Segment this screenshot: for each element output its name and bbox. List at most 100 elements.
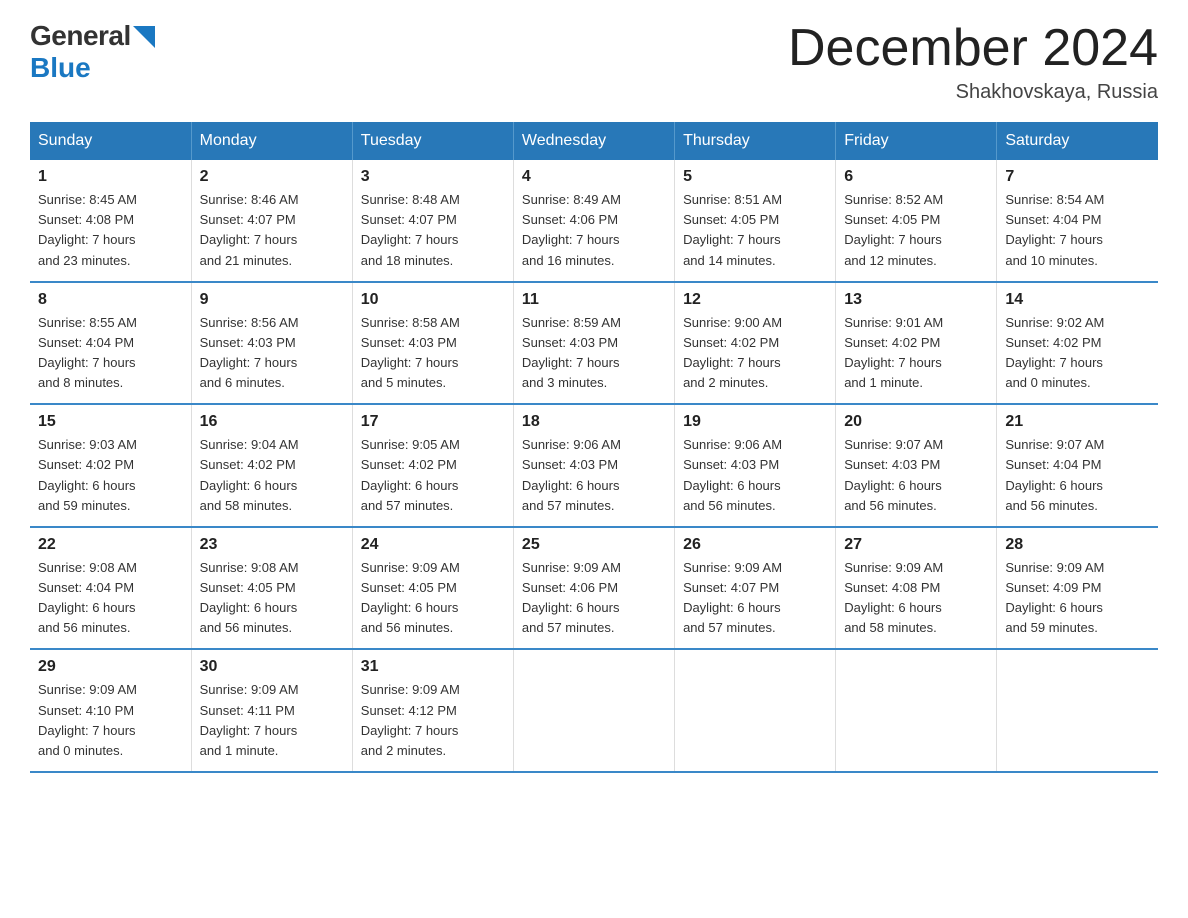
col-saturday: Saturday [997, 122, 1158, 160]
day-number: 3 [361, 168, 505, 186]
day-number: 31 [361, 658, 505, 676]
day-number: 19 [683, 413, 827, 431]
col-friday: Friday [836, 122, 997, 160]
table-row: 2 Sunrise: 8:46 AMSunset: 4:07 PMDaylight… [191, 160, 352, 282]
day-info: Sunrise: 8:45 AMSunset: 4:08 PMDaylight:… [38, 190, 183, 271]
day-number: 26 [683, 536, 827, 554]
table-row: 1 Sunrise: 8:45 AMSunset: 4:08 PMDaylight… [30, 160, 191, 282]
col-monday: Monday [191, 122, 352, 160]
day-number: 13 [844, 291, 988, 309]
calendar-week-row: 1 Sunrise: 8:45 AMSunset: 4:08 PMDaylight… [30, 160, 1158, 282]
title-block: December 2024 Shakhovskaya, Russia [788, 20, 1158, 104]
day-info: Sunrise: 9:09 AMSunset: 4:11 PMDaylight:… [200, 680, 344, 761]
day-info: Sunrise: 9:09 AMSunset: 4:12 PMDaylight:… [361, 680, 505, 761]
day-number: 11 [522, 291, 666, 309]
day-info: Sunrise: 8:55 AMSunset: 4:04 PMDaylight:… [38, 313, 183, 394]
table-row: 27Sunrise: 9:09 AMSunset: 4:08 PMDayligh… [836, 527, 997, 650]
day-info: Sunrise: 9:09 AMSunset: 4:06 PMDaylight:… [522, 558, 666, 639]
table-row: 24Sunrise: 9:09 AMSunset: 4:05 PMDayligh… [352, 527, 513, 650]
day-info: Sunrise: 8:48 AMSunset: 4:07 PMDaylight:… [361, 190, 505, 271]
day-info: Sunrise: 9:08 AMSunset: 4:05 PMDaylight:… [200, 558, 344, 639]
table-row: 29 Sunrise: 9:09 AMSunset: 4:10 PMDayligh… [30, 649, 191, 772]
day-info: Sunrise: 9:07 AMSunset: 4:04 PMDaylight:… [1005, 435, 1150, 516]
day-number: 5 [683, 168, 827, 186]
table-row: 15 Sunrise: 9:03 AMSunset: 4:02 PMDayligh… [30, 404, 191, 527]
day-info: Sunrise: 9:06 AMSunset: 4:03 PMDaylight:… [683, 435, 827, 516]
logo-blue-text: Blue [30, 52, 91, 84]
table-row: 26Sunrise: 9:09 AMSunset: 4:07 PMDayligh… [675, 527, 836, 650]
day-info: Sunrise: 9:09 AMSunset: 4:10 PMDaylight:… [38, 680, 183, 761]
day-info: Sunrise: 9:08 AMSunset: 4:04 PMDaylight:… [38, 558, 183, 639]
table-row: 10 Sunrise: 8:58 AMSunset: 4:03 PMDayligh… [352, 282, 513, 405]
table-row: 8 Sunrise: 8:55 AMSunset: 4:04 PMDaylight… [30, 282, 191, 405]
day-number: 29 [38, 658, 183, 676]
day-number: 30 [200, 658, 344, 676]
day-info: Sunrise: 9:02 AMSunset: 4:02 PMDaylight:… [1005, 313, 1150, 394]
logo: General Blue [30, 20, 155, 84]
day-info: Sunrise: 8:58 AMSunset: 4:03 PMDaylight:… [361, 313, 505, 394]
day-number: 1 [38, 168, 183, 186]
table-row: 14 Sunrise: 9:02 AMSunset: 4:02 PMDayligh… [997, 282, 1158, 405]
logo-triangle-icon [133, 26, 155, 48]
calendar-week-row: 8 Sunrise: 8:55 AMSunset: 4:04 PMDaylight… [30, 282, 1158, 405]
page-header: General Blue December 2024 Shakhovskaya,… [30, 20, 1158, 104]
table-row: 25 Sunrise: 9:09 AMSunset: 4:06 PMDayligh… [513, 527, 674, 650]
day-number: 12 [683, 291, 827, 309]
day-number: 25 [522, 536, 666, 554]
day-info: Sunrise: 9:09 AMSunset: 4:05 PMDaylight:… [361, 558, 505, 639]
day-number: 15 [38, 413, 183, 431]
day-number: 8 [38, 291, 183, 309]
table-row: 16 Sunrise: 9:04 AMSunset: 4:02 PMDayligh… [191, 404, 352, 527]
table-row: 6 Sunrise: 8:52 AMSunset: 4:05 PMDaylight… [836, 160, 997, 282]
col-thursday: Thursday [675, 122, 836, 160]
table-row: 7 Sunrise: 8:54 AMSunset: 4:04 PMDaylight… [997, 160, 1158, 282]
table-row: 9 Sunrise: 8:56 AMSunset: 4:03 PMDaylight… [191, 282, 352, 405]
table-row [836, 649, 997, 772]
day-info: Sunrise: 9:00 AMSunset: 4:02 PMDaylight:… [683, 313, 827, 394]
table-row: 18 Sunrise: 9:06 AMSunset: 4:03 PMDayligh… [513, 404, 674, 527]
day-number: 7 [1005, 168, 1150, 186]
day-info: Sunrise: 9:09 AMSunset: 4:09 PMDaylight:… [1005, 558, 1150, 639]
day-info: Sunrise: 9:03 AMSunset: 4:02 PMDaylight:… [38, 435, 183, 516]
day-info: Sunrise: 9:04 AMSunset: 4:02 PMDaylight:… [200, 435, 344, 516]
day-info: Sunrise: 8:49 AMSunset: 4:06 PMDaylight:… [522, 190, 666, 271]
day-info: Sunrise: 8:59 AMSunset: 4:03 PMDaylight:… [522, 313, 666, 394]
calendar-table: Sunday Monday Tuesday Wednesday Thursday… [30, 122, 1158, 773]
day-info: Sunrise: 8:56 AMSunset: 4:03 PMDaylight:… [200, 313, 344, 394]
day-number: 18 [522, 413, 666, 431]
location-text: Shakhovskaya, Russia [788, 81, 1158, 104]
day-number: 6 [844, 168, 988, 186]
table-row: 22Sunrise: 9:08 AMSunset: 4:04 PMDayligh… [30, 527, 191, 650]
month-title: December 2024 [788, 20, 1158, 77]
table-row [513, 649, 674, 772]
table-row: 5 Sunrise: 8:51 AMSunset: 4:05 PMDaylight… [675, 160, 836, 282]
day-info: Sunrise: 8:54 AMSunset: 4:04 PMDaylight:… [1005, 190, 1150, 271]
calendar-week-row: 29 Sunrise: 9:09 AMSunset: 4:10 PMDayligh… [30, 649, 1158, 772]
calendar-header-row: Sunday Monday Tuesday Wednesday Thursday… [30, 122, 1158, 160]
col-sunday: Sunday [30, 122, 191, 160]
day-info: Sunrise: 9:06 AMSunset: 4:03 PMDaylight:… [522, 435, 666, 516]
table-row: 12 Sunrise: 9:00 AMSunset: 4:02 PMDayligh… [675, 282, 836, 405]
day-number: 9 [200, 291, 344, 309]
day-info: Sunrise: 8:52 AMSunset: 4:05 PMDaylight:… [844, 190, 988, 271]
table-row: 4Sunrise: 8:49 AMSunset: 4:06 PMDaylight… [513, 160, 674, 282]
day-info: Sunrise: 9:07 AMSunset: 4:03 PMDaylight:… [844, 435, 988, 516]
day-number: 27 [844, 536, 988, 554]
col-tuesday: Tuesday [352, 122, 513, 160]
table-row: 3 Sunrise: 8:48 AMSunset: 4:07 PMDaylight… [352, 160, 513, 282]
table-row: 21 Sunrise: 9:07 AMSunset: 4:04 PMDayligh… [997, 404, 1158, 527]
day-number: 14 [1005, 291, 1150, 309]
table-row [675, 649, 836, 772]
day-number: 16 [200, 413, 344, 431]
table-row: 19 Sunrise: 9:06 AMSunset: 4:03 PMDayligh… [675, 404, 836, 527]
table-row: 11 Sunrise: 8:59 AMSunset: 4:03 PMDayligh… [513, 282, 674, 405]
day-info: Sunrise: 9:01 AMSunset: 4:02 PMDaylight:… [844, 313, 988, 394]
day-number: 17 [361, 413, 505, 431]
day-info: Sunrise: 8:51 AMSunset: 4:05 PMDaylight:… [683, 190, 827, 271]
day-number: 21 [1005, 413, 1150, 431]
day-number: 2 [200, 168, 344, 186]
table-row: 31 Sunrise: 9:09 AMSunset: 4:12 PMDayligh… [352, 649, 513, 772]
col-wednesday: Wednesday [513, 122, 674, 160]
day-number: 10 [361, 291, 505, 309]
day-info: Sunrise: 8:46 AMSunset: 4:07 PMDaylight:… [200, 190, 344, 271]
